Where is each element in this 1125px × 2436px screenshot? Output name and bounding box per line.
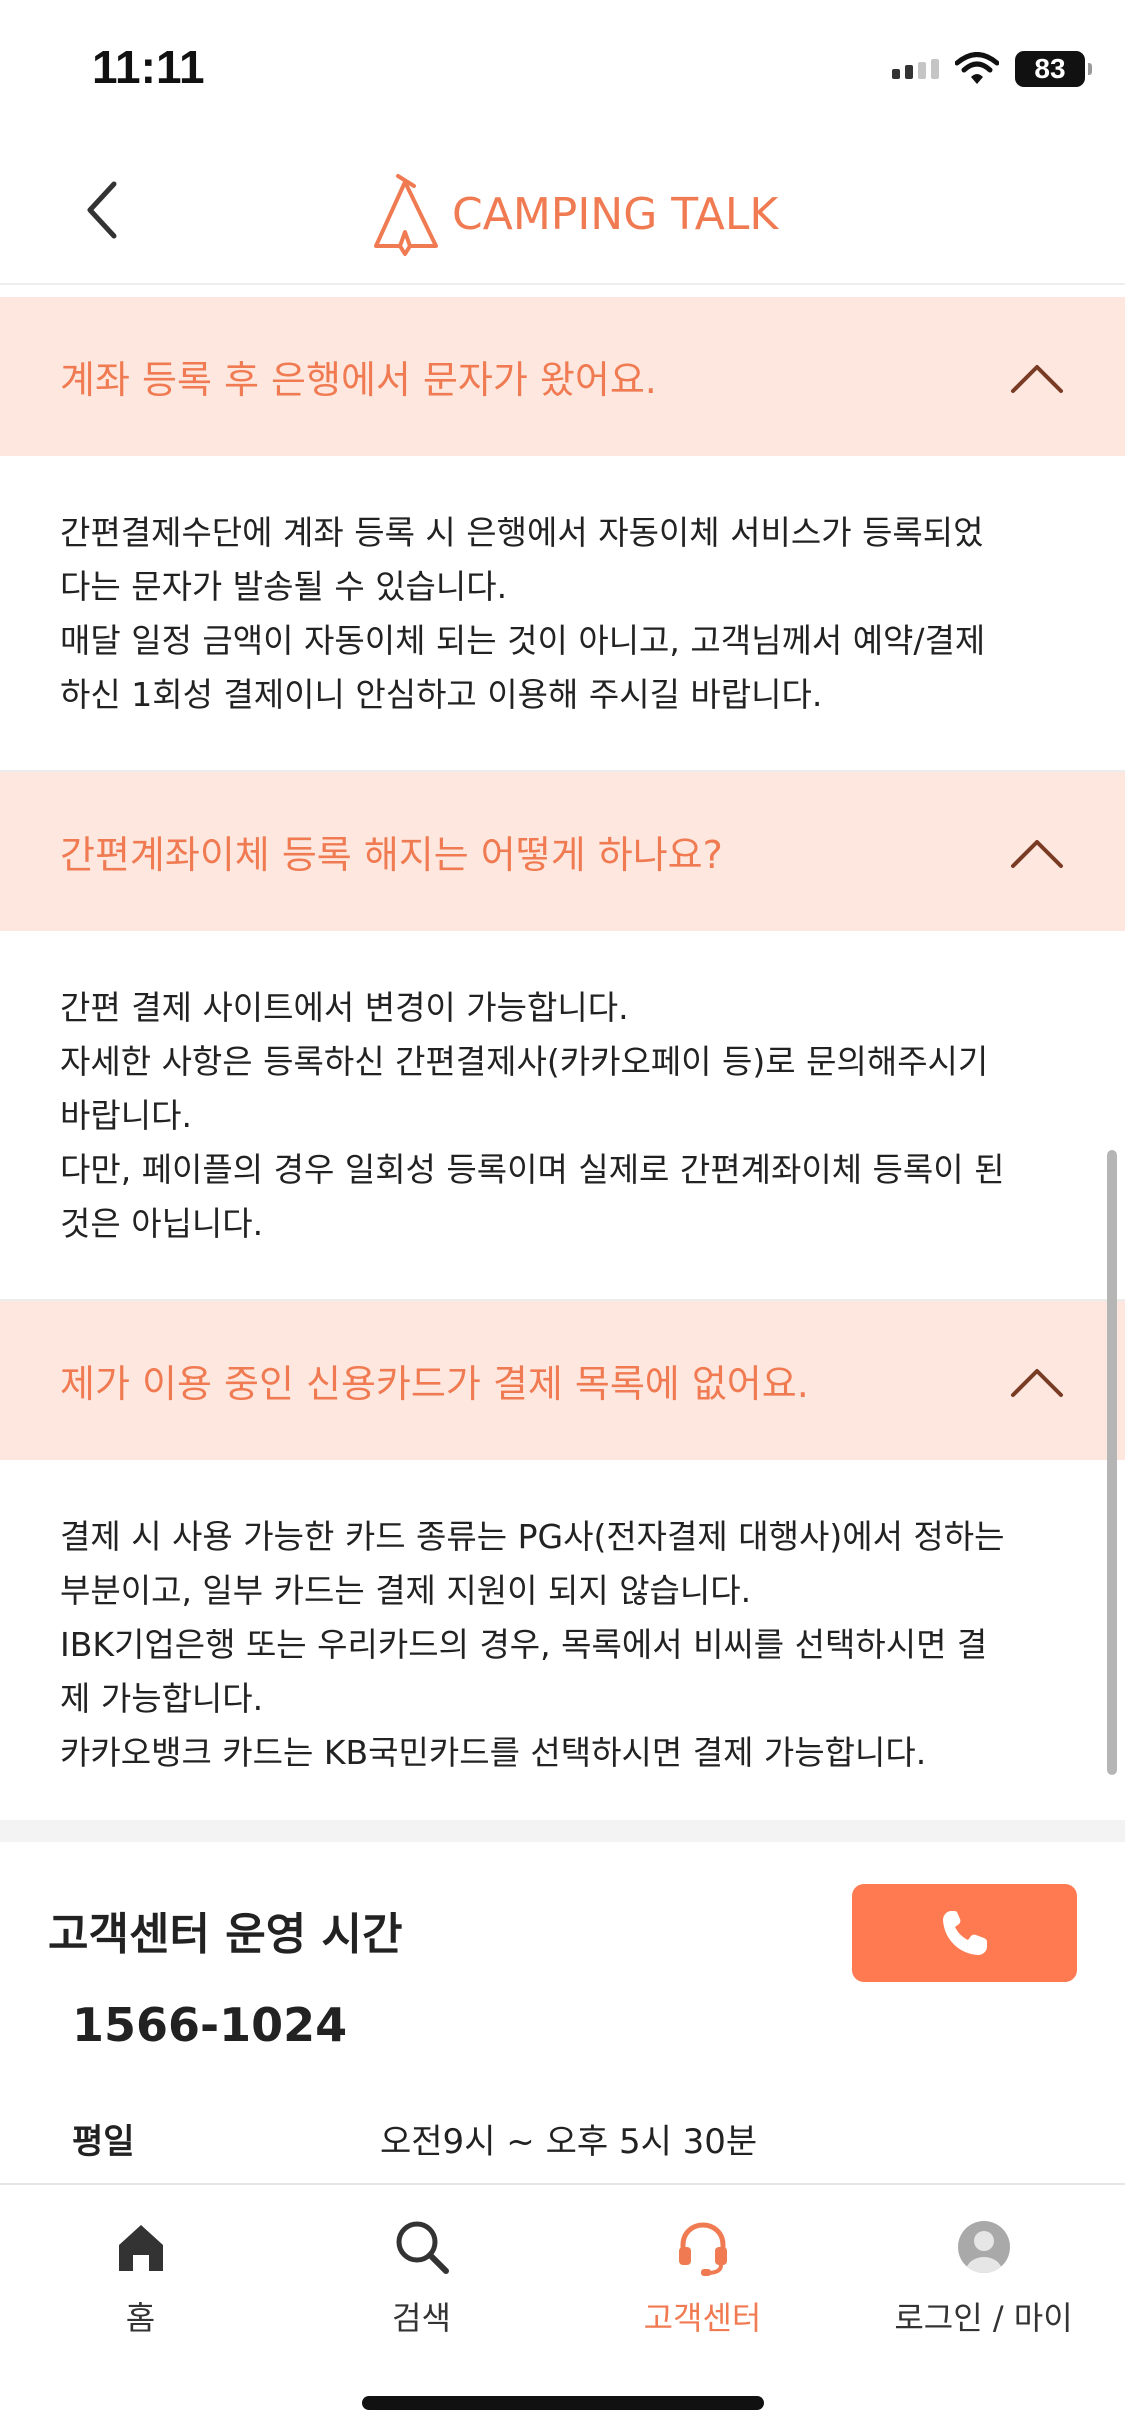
faq-answer-line: 매달 일정 금액이 자동이체 되는 것이 아니고, 고객님께서 예약/결제 (60, 621, 986, 660)
faq-answer: 결제 시 사용 가능한 카드 종류는 PG사(전자결제 대행사)에서 정하는 부… (0, 1460, 1125, 1828)
section-divider (0, 1820, 1125, 1842)
faq-answer-line: 다는 문자가 발송될 수 있습니다. (60, 567, 508, 606)
faq-question-text: 계좌 등록 후 은행에서 문자가 왔어요. (60, 358, 657, 402)
tab-label: 검색 (392, 2299, 451, 2337)
battery-icon: 83 (1015, 51, 1092, 87)
chevron-up-icon (1011, 365, 1063, 393)
customer-center-title: 고객센터 운영 시간 (48, 1909, 403, 1960)
faq-item: 간편계좌이체 등록 해지는 어떻게 하나요? 간편 결제 사이트에서 변경이 가… (0, 772, 1125, 1301)
logo-text: CAMPING TALK (452, 188, 779, 240)
faq-item: 제가 이용 중인 신용카드가 결제 목록에 없어요. 결제 시 사용 가능한 카… (0, 1301, 1125, 1828)
customer-center-phone: 1566-1024 (72, 1998, 348, 2052)
hours-value: 오전9시 ~ 오후 5시 30분 (380, 2122, 758, 2162)
phone-icon (942, 1911, 987, 1955)
faq-answer-line: 다만, 페이플의 경우 일회성 등록이며 실제로 간편계좌이체 등록이 된 (60, 1150, 1005, 1189)
tab-label: 로그인 / 마이 (894, 2299, 1073, 2337)
faq-answer-line: 하신 1회성 결제이니 안심하고 이용해 주시길 바랍니다. (60, 675, 823, 714)
wifi-icon (955, 52, 999, 84)
faq-question-text: 간편계좌이체 등록 해지는 어떻게 하나요? (60, 833, 723, 877)
tab-label: 고객센터 (643, 2299, 762, 2337)
faq-answer-line: 간편 결제 사이트에서 변경이 가능합니다. (60, 988, 629, 1027)
call-button[interactable] (852, 1884, 1077, 1982)
faq-item: 계좌 등록 후 은행에서 문자가 왔어요. 간편결제수단에 계좌 등록 시 은행… (0, 297, 1125, 772)
app-header: CAMPING TALK (0, 140, 1125, 285)
chevron-left-icon (87, 181, 117, 239)
tab-customer-center[interactable]: 고객센터 (562, 2215, 843, 2365)
faq-answer-line: 제 가능합니다. (60, 1679, 264, 1718)
faq-answer-line: 부분이고, 일부 카드는 결제 지원이 되지 않습니다. (60, 1571, 752, 1610)
faq-question[interactable]: 계좌 등록 후 은행에서 문자가 왔어요. (0, 297, 1125, 456)
faq-answer-line: 바랍니다. (60, 1096, 192, 1135)
chevron-up-icon (1011, 840, 1063, 868)
faq-answer-line: 결제 시 사용 가능한 카드 종류는 PG사(전자결제 대행사)에서 정하는 (60, 1517, 1005, 1556)
tent-logo-icon (374, 174, 438, 256)
avatar-icon (957, 2221, 1010, 2273)
tab-login-my[interactable]: 로그인 / 마이 (843, 2215, 1124, 2365)
tab-home[interactable]: 홈 (0, 2215, 281, 2365)
faq-question[interactable]: 제가 이용 중인 신용카드가 결제 목록에 없어요. (0, 1301, 1125, 1460)
chevron-up-icon (1011, 1369, 1063, 1397)
faq-answer-line: IBK기업은행 또는 우리카드의 경우, 목록에서 비씨를 선택하시면 결 (60, 1625, 988, 1664)
hours-label: 평일 (72, 2122, 135, 2162)
cellular-signal-icon (892, 59, 939, 79)
faq-answer-line: 간편결제수단에 계좌 등록 시 은행에서 자동이체 서비스가 등록되었 (60, 513, 984, 552)
faq-answer: 간편결제수단에 계좌 등록 시 은행에서 자동이체 서비스가 등록되었 다는 문… (0, 456, 1125, 772)
scrollbar[interactable] (1107, 1150, 1117, 1775)
faq-answer-line: 자세한 사항은 등록하신 간편결제사(카카오페이 등)로 문의해주시기 (60, 1042, 989, 1081)
status-icons: 83 (892, 48, 1092, 90)
status-bar: 11:11 83 (0, 0, 1125, 140)
home-indicator (362, 2396, 764, 2410)
home-icon (118, 2225, 163, 2271)
faq-list: 계좌 등록 후 은행에서 문자가 왔어요. 간편결제수단에 계좌 등록 시 은행… (0, 297, 1125, 1828)
faq-question-text: 제가 이용 중인 신용카드가 결제 목록에 없어요. (60, 1362, 809, 1406)
back-button[interactable] (70, 170, 140, 250)
tab-label: 홈 (125, 2299, 156, 2337)
status-time: 11:11 (92, 41, 205, 93)
faq-answer: 간편 결제 사이트에서 변경이 가능합니다. 자세한 사항은 등록하신 간편결제… (0, 931, 1125, 1301)
faq-answer-line: 것은 아닙니다. (60, 1204, 264, 1243)
app-logo: CAMPING TALK (370, 166, 778, 262)
headset-icon (678, 2222, 727, 2276)
faq-question[interactable]: 간편계좌이체 등록 해지는 어떻게 하나요? (0, 772, 1125, 931)
search-icon (396, 2221, 449, 2274)
tab-search[interactable]: 검색 (281, 2215, 562, 2365)
faq-answer-line: 카카오뱅크 카드는 KB국민카드를 선택하시면 결제 가능합니다. (60, 1733, 927, 1772)
